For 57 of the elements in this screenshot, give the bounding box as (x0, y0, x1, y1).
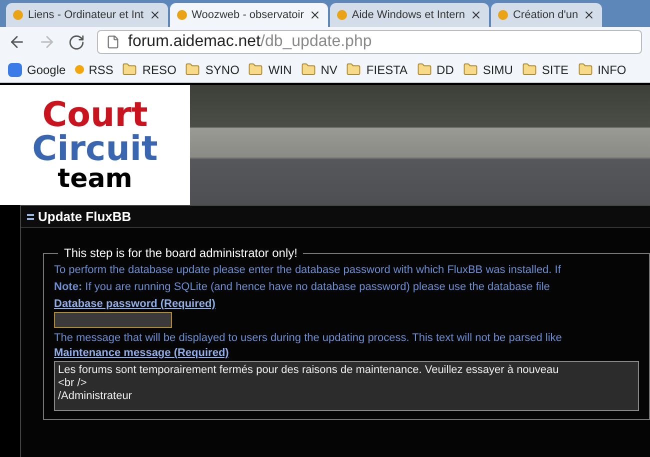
folder-icon (578, 62, 593, 77)
site-icon (176, 10, 187, 20)
note-text: Note: If you are running SQLite (and hence have no database password) please use the database file (54, 280, 551, 295)
logo-text: team (58, 166, 132, 192)
page-icon (106, 35, 120, 49)
bookmark[interactable]: FIESTA (346, 60, 408, 78)
bookmark[interactable]: DD (416, 60, 454, 78)
browser-tab[interactable]: Aide Windows et Intern (330, 3, 489, 27)
bookmark[interactable]: INFO (578, 60, 626, 78)
bookmark[interactable]: Google (8, 60, 66, 78)
folder-icon (248, 62, 264, 77)
url-text: forum.aidemac.net/db_update.php (128, 32, 372, 52)
tab-title: Liens - Ordinateur et Int (28, 8, 144, 23)
logo-text: Circuit (32, 132, 158, 166)
folder-icon (122, 62, 138, 77)
bookmark[interactable]: SIMU (462, 60, 513, 78)
folder-icon (416, 62, 432, 77)
logo-text: Court (42, 98, 148, 132)
browser-tab[interactable]: Liens - Ordinateur et Int (6, 3, 168, 27)
tab-title: Aide Windows et Intern (352, 8, 465, 23)
site-icon (13, 10, 23, 20)
textarea-line: Les forums sont temporairement fermés pour des raisons de maintenance. Veuillez essayer à nouveau (58, 364, 560, 377)
list-icon (27, 214, 34, 220)
textarea-line: /Administrateur (58, 390, 133, 403)
help-text: The message that will be displayed to users during the updating process. This text will not be parsed like (54, 331, 563, 346)
folder-icon (522, 62, 537, 77)
tab-title: Création d'un (512, 8, 578, 23)
field-label: Maintenance message (Required) (54, 346, 230, 361)
address-bar[interactable]: forum.aidemac.net/db_update.php (97, 30, 642, 54)
folder-icon (300, 62, 316, 77)
reload-icon[interactable] (68, 34, 85, 50)
panel-title: Update FluxBB (38, 208, 132, 226)
close-icon[interactable] (470, 9, 482, 21)
folder-icon (462, 62, 478, 77)
bookmark[interactable]: RSS (74, 60, 114, 78)
browser-tab[interactable]: Woozweb - observatoir (170, 3, 328, 27)
bookmark[interactable]: WIN (248, 60, 292, 78)
folder-icon (346, 62, 362, 77)
tab-title: Woozweb - observatoir (192, 8, 304, 23)
bookmark[interactable]: SITE (522, 60, 569, 78)
close-icon[interactable] (583, 9, 596, 21)
close-icon[interactable] (308, 9, 321, 21)
folder-icon (185, 62, 200, 77)
password-field[interactable] (54, 312, 172, 328)
fieldset-legend: This step is for the board administrator only! (58, 246, 304, 261)
instruction-text: To perform the database update please enter the database password with which FluxBB was installed. If (54, 263, 562, 278)
field-label: Database password (Required) (54, 297, 216, 312)
bookmark[interactable]: RESO (122, 60, 176, 78)
close-icon[interactable] (148, 9, 161, 21)
browser-tab[interactable]: Création d'un (490, 3, 602, 27)
bookmark[interactable]: NV (300, 60, 338, 78)
back-icon[interactable] (8, 33, 26, 51)
textarea-line: <br /> (58, 377, 88, 390)
site-icon (336, 10, 347, 20)
bookmark[interactable]: SYNO (185, 60, 240, 78)
site-icon (498, 10, 508, 20)
message-textarea[interactable]: Les forums sont temporairement fermés pour des raisons de maintenance. Veuillez essayer à nouveau <br /> /Administrateur (54, 361, 639, 411)
